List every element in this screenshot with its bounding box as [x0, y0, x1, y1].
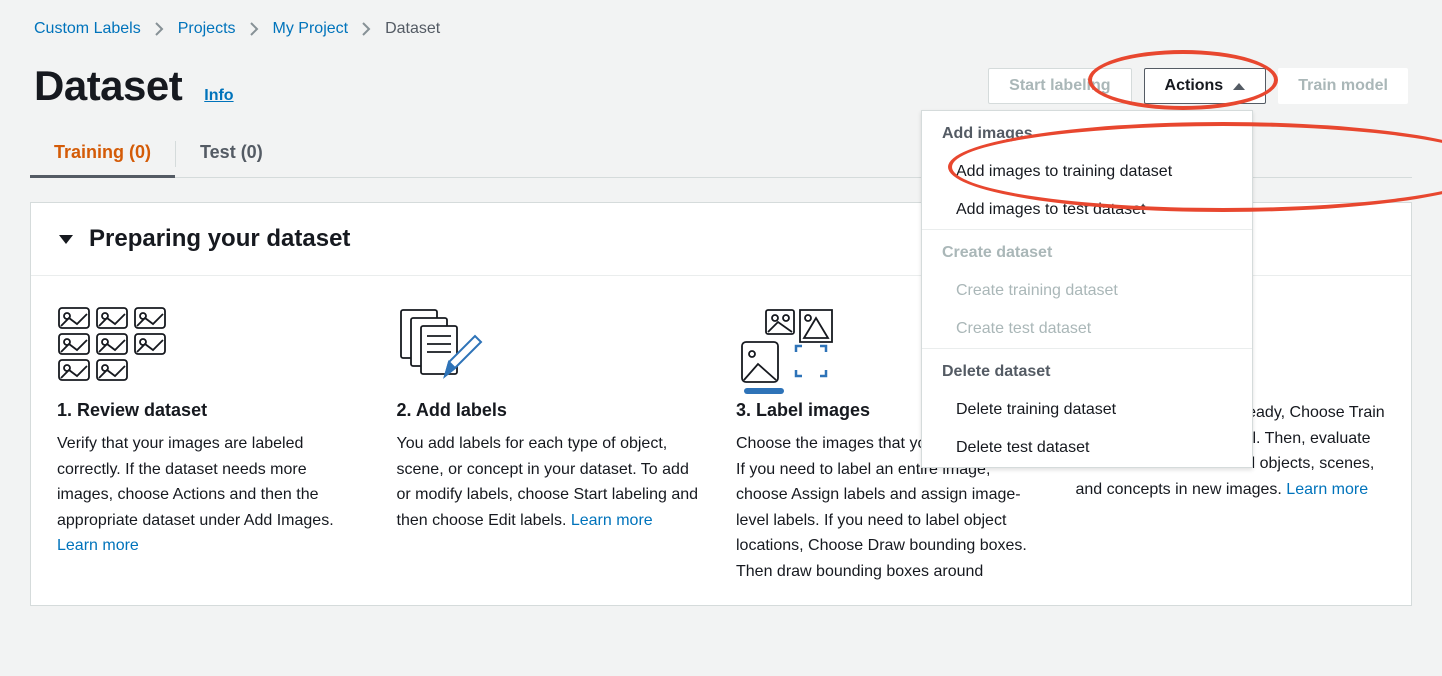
learn-more-link[interactable]: Learn more	[57, 537, 139, 554]
dd-create-training: Create training dataset	[922, 272, 1252, 310]
page-title: Dataset	[34, 62, 182, 110]
step-title: 2. Add labels	[397, 400, 707, 421]
dd-delete-test[interactable]: Delete test dataset	[922, 429, 1252, 467]
panel-title: Preparing your dataset	[89, 225, 350, 253]
actions-button-label: Actions	[1165, 77, 1224, 95]
tab-test[interactable]: Test (0)	[176, 130, 287, 177]
collapse-caret-icon[interactable]	[59, 235, 73, 244]
info-link[interactable]: Info	[204, 87, 233, 105]
caret-up-icon	[1233, 83, 1245, 90]
header-actions: Start labeling Actions Train model Add i…	[988, 68, 1408, 104]
step-add-labels: 2. Add labels You add labels for each ty…	[397, 306, 707, 585]
tab-training[interactable]: Training (0)	[30, 130, 175, 177]
dd-group-add-images: Add images	[922, 111, 1252, 153]
breadcrumb-projects[interactable]: Projects	[178, 20, 236, 38]
dd-add-images-training[interactable]: Add images to training dataset	[922, 153, 1252, 191]
actions-dropdown: Add images Add images to training datase…	[921, 110, 1253, 468]
dd-group-delete-dataset: Delete dataset	[922, 349, 1252, 391]
start-labeling-button[interactable]: Start labeling	[988, 68, 1131, 104]
chevron-right-icon	[362, 22, 371, 36]
breadcrumb-current: Dataset	[385, 20, 440, 38]
train-model-button[interactable]: Train model	[1278, 68, 1408, 104]
dd-group-create-dataset: Create dataset	[922, 230, 1252, 272]
step-title: 1. Review dataset	[57, 400, 367, 421]
learn-more-link[interactable]: Learn more	[571, 512, 653, 529]
breadcrumb: Custom Labels Projects My Project Datase…	[30, 8, 1412, 56]
dd-add-images-test[interactable]: Add images to test dataset	[922, 191, 1252, 229]
dd-create-test: Create test dataset	[922, 310, 1252, 348]
images-grid-icon	[57, 306, 367, 386]
dd-delete-training[interactable]: Delete training dataset	[922, 391, 1252, 429]
breadcrumb-my-project[interactable]: My Project	[273, 20, 349, 38]
step-body: You add labels for each type of object, …	[397, 431, 707, 533]
actions-button[interactable]: Actions	[1144, 68, 1267, 104]
labels-edit-icon	[397, 306, 707, 386]
step-review-dataset: 1. Review dataset Verify that your image…	[57, 306, 367, 585]
chevron-right-icon	[155, 22, 164, 36]
breadcrumb-custom-labels[interactable]: Custom Labels	[34, 20, 141, 38]
chevron-right-icon	[250, 22, 259, 36]
learn-more-link[interactable]: Learn more	[1286, 481, 1368, 498]
step-body: Verify that your images are labeled corr…	[57, 431, 367, 559]
